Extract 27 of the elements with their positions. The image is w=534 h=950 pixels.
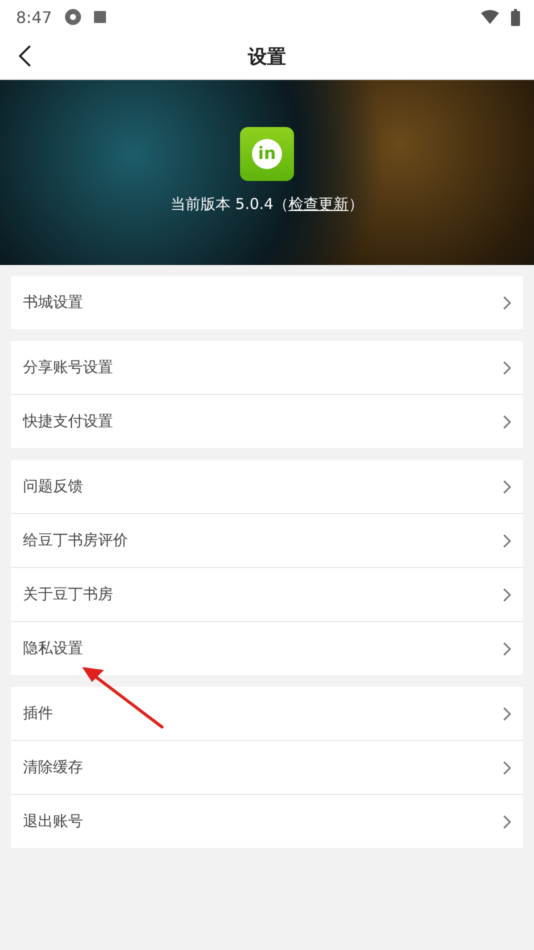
page-title: 设置 [248, 44, 286, 70]
settings-row[interactable]: 退出账号 [11, 794, 523, 848]
chevron-icon [503, 706, 511, 720]
settings-row[interactable]: 清除缓存 [11, 740, 523, 794]
settings-row[interactable]: 插件 [11, 687, 523, 740]
chevron-icon [503, 360, 511, 374]
settings-row[interactable]: 问题反馈 [11, 460, 523, 513]
chevron-icon [503, 814, 511, 828]
chevron-icon [503, 534, 511, 548]
battery-icon [511, 8, 520, 26]
wifi-icon [481, 10, 499, 24]
chevron-icon [503, 642, 511, 656]
settings-row[interactable]: 书城设置 [11, 276, 523, 329]
chevron-icon [503, 760, 511, 774]
back-icon[interactable] [18, 45, 32, 67]
settings-row[interactable]: 关于豆丁书房 [11, 567, 523, 621]
chevron-icon [503, 588, 511, 602]
settings-row[interactable]: 快捷支付设置 [11, 394, 523, 448]
chevron-icon [503, 414, 511, 428]
logo-text: in [252, 139, 282, 169]
settings-row[interactable]: 分享账号设置 [11, 341, 523, 394]
settings-row[interactable]: 给豆丁书房评价 [11, 513, 523, 567]
version-text: 当前版本 5.0.4（检查更新） [170, 195, 364, 214]
status-time: 8:47 [16, 8, 52, 26]
check-update-link[interactable]: 检查更新 [288, 195, 348, 213]
chevron-icon [503, 480, 511, 494]
chevron-icon [503, 296, 511, 310]
